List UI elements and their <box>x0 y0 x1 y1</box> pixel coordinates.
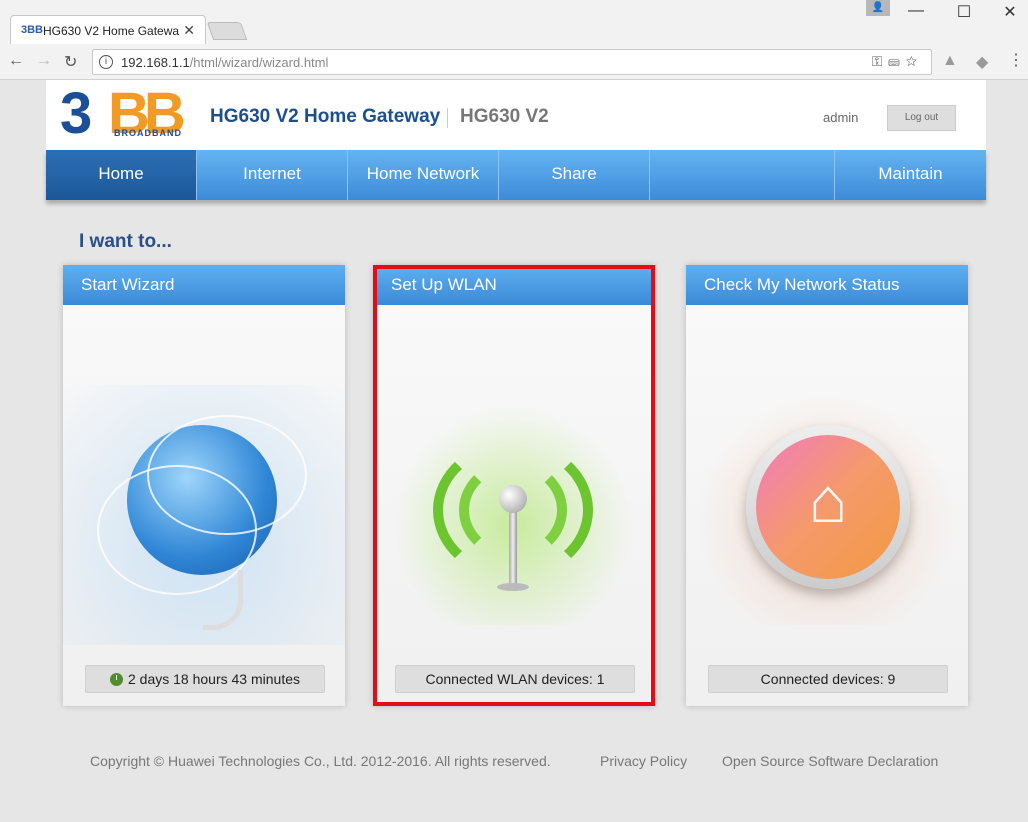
translate-icon[interactable]: ⌨ <box>888 53 905 69</box>
wlan-device-count: Connected WLAN devices: 1 <box>395 665 635 693</box>
new-tab-button[interactable] <box>206 22 248 40</box>
close-tab-icon[interactable]: ✕ <box>183 22 195 39</box>
start-wizard-card[interactable]: Start Wizard 2 days 18 hours 43 minutes <box>63 265 345 706</box>
network-status-card[interactable]: Check My Network Status ⌂ Connected devi… <box>686 265 968 706</box>
router-page: 3 BB BROADBAND HG630 V2 Home Gateway HG63… <box>46 80 986 822</box>
forward-icon[interactable]: → <box>36 52 52 70</box>
reload-icon[interactable]: ↻ <box>64 52 77 72</box>
maximize-icon[interactable]: ☐ <box>944 2 984 22</box>
oss-declaration-link[interactable]: Open Source Software Declaration <box>722 753 938 769</box>
antenna-top-icon <box>499 485 527 513</box>
uptime-status: 2 days 18 hours 43 minutes <box>85 665 325 693</box>
minimize-icon[interactable]: — <box>896 2 936 20</box>
menu-share[interactable]: Share <box>499 150 650 200</box>
copyright-text: Copyright © Huawei Technologies Co., Ltd… <box>90 753 551 769</box>
info-icon[interactable]: i <box>99 55 113 69</box>
drive-extension-icon[interactable]: ▲ <box>942 52 958 70</box>
key-icon[interactable]: ⚿ <box>872 53 889 69</box>
menu-home[interactable]: Home <box>46 150 197 200</box>
logout-button[interactable]: Log out <box>887 105 956 131</box>
antenna-base-icon <box>497 583 529 591</box>
menu-internet[interactable]: Internet <box>197 150 348 200</box>
menu-blank <box>650 150 835 200</box>
section-heading: I want to... <box>79 231 172 252</box>
clock-icon <box>110 673 123 686</box>
connected-device-count: Connected devices: 9 <box>708 665 948 693</box>
main-menu: Home Internet Home Network Share Maintai… <box>46 150 986 200</box>
network-house-icon: ⌂ <box>746 425 910 589</box>
browser-tab[interactable]: 3BB HG630 V2 Home Gatewa ✕ <box>10 15 206 45</box>
title-divider <box>447 108 448 128</box>
card-title[interactable]: Check My Network Status <box>686 265 968 305</box>
star-icon[interactable]: ☆ <box>906 53 923 69</box>
antenna-icon <box>509 505 517 585</box>
address-bar[interactable]: i 192.168.1.1/html/wizard/wizard.html ⚿⌨… <box>92 49 932 75</box>
tab-title: HG630 V2 Home Gatewa <box>43 24 180 38</box>
product-title: HG630 V2 Home Gateway <box>210 106 441 127</box>
profile-icon[interactable]: 👤 <box>866 0 890 16</box>
back-icon[interactable]: ← <box>8 52 24 70</box>
brand-logo: 3 BB BROADBAND <box>60 81 186 146</box>
page-header: 3 BB BROADBAND HG630 V2 Home Gateway HG63… <box>46 80 986 150</box>
menu-maintain[interactable]: Maintain <box>835 150 986 200</box>
menu-home-network[interactable]: Home Network <box>348 150 499 200</box>
url-text: 192.168.1.1/html/wizard/wizard.html <box>121 55 329 70</box>
card-title[interactable]: Set Up WLAN <box>373 265 655 305</box>
tab-favicon: 3BB <box>21 24 44 36</box>
browser-toolbar: ← → ↻ i 192.168.1.1/html/wizard/wizard.h… <box>0 44 1028 80</box>
product-model: HG630 V2 <box>460 106 549 127</box>
privacy-policy-link[interactable]: Privacy Policy <box>600 753 687 769</box>
globe-icon <box>97 415 307 595</box>
card-title[interactable]: Start Wizard <box>63 265 345 305</box>
username-label: admin <box>823 110 859 125</box>
close-window-icon[interactable]: ✕ <box>990 2 1028 22</box>
menu-icon[interactable]: ⋮ <box>1008 50 1024 70</box>
setup-wlan-card[interactable]: Set Up WLAN Connected WLAN devices: 1 <box>373 265 655 706</box>
browser-titlebar: 3BB HG630 V2 Home Gatewa ✕ 👤 — ☐ ✕ <box>0 0 1028 45</box>
omnibox-icons: ⚿⌨☆ <box>872 53 923 70</box>
extension-icon[interactable]: ◆ <box>976 52 988 72</box>
